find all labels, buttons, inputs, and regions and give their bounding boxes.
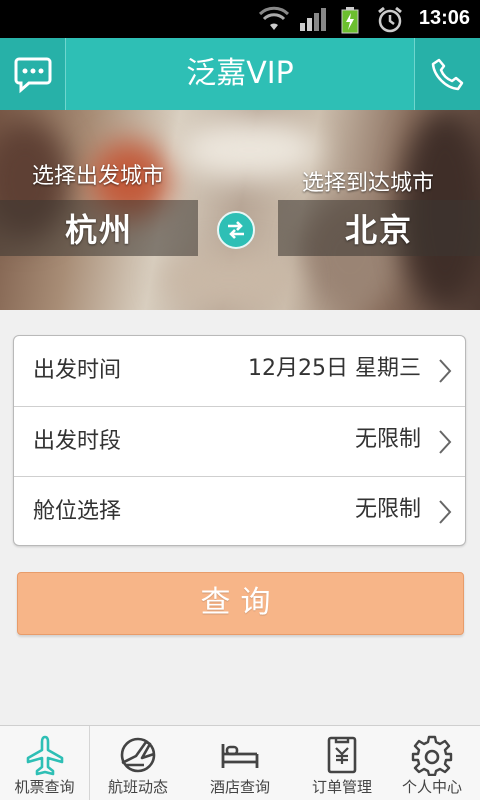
departure-period-row[interactable]: 出发时段 无限制 (14, 406, 465, 476)
chevron-right-icon (439, 359, 452, 383)
depart-city-button[interactable]: 杭州 (0, 200, 198, 256)
phone-button[interactable] (414, 38, 480, 110)
nav-label: 酒店查询 (209, 778, 270, 796)
nav-item-order-management[interactable]: 订单管理 (294, 726, 390, 800)
chevron-right-icon (439, 500, 452, 524)
nav-item-hotel-search[interactable]: 酒店查询 (192, 726, 288, 800)
search-options-card: 出发时间 12月25日 星期三 出发时段 无限制 舱位选择 无限制 (13, 335, 466, 546)
airplane-icon (26, 735, 63, 776)
receipt-icon (327, 736, 357, 774)
phone-icon (431, 58, 463, 91)
wifi-icon (258, 6, 290, 30)
swap-arrows-icon (228, 221, 244, 239)
chat-button[interactable] (0, 38, 66, 110)
nav-item-personal-center[interactable]: 个人中心 (384, 726, 480, 800)
row-value: 无限制 (354, 427, 421, 452)
chat-icon (14, 57, 51, 94)
battery-icon (341, 7, 359, 34)
alarm-icon (378, 6, 402, 33)
swap-cities-button[interactable] (217, 211, 255, 249)
clock-time: 13:06 (418, 7, 470, 29)
row-label: 舱位选择 (33, 499, 122, 524)
gear-icon (411, 735, 453, 776)
arrive-city-label: 选择到达城市 (302, 171, 435, 196)
status-bar: 13:06 (0, 0, 480, 38)
depart-city-label: 选择出发城市 (32, 164, 165, 189)
row-label: 出发时段 (33, 429, 122, 454)
bed-icon (221, 744, 259, 768)
title-bar: 泛嘉VIP (0, 38, 480, 110)
bottom-nav: 机票查询 航班动态 酒店查询 订单管理 个人中心 (0, 725, 480, 800)
app-title: 泛嘉VIP (186, 56, 294, 91)
row-label: 出发时间 (33, 358, 122, 383)
chevron-right-icon (439, 430, 452, 454)
nav-label: 机票查询 (14, 778, 75, 796)
flight-status-icon (120, 737, 156, 773)
nav-label: 订单管理 (311, 778, 372, 796)
signal-icon (300, 8, 326, 31)
arrive-city-button[interactable]: 北京 (278, 200, 480, 256)
nav-item-flight-search[interactable]: 机票查询 (0, 726, 90, 800)
departure-date-row[interactable]: 出发时间 12月25日 星期三 (14, 336, 465, 406)
cabin-class-row[interactable]: 舱位选择 无限制 (14, 476, 465, 546)
row-value: 12月25日 星期三 (248, 356, 421, 381)
nav-label: 航班动态 (107, 778, 168, 796)
city-banner: 选择出发城市 选择到达城市 杭州 北京 (0, 110, 480, 310)
row-value: 无限制 (354, 497, 421, 522)
nav-item-flight-status[interactable]: 航班动态 (90, 726, 186, 800)
nav-label: 个人中心 (401, 778, 462, 796)
query-button[interactable]: 查询 (17, 572, 464, 635)
